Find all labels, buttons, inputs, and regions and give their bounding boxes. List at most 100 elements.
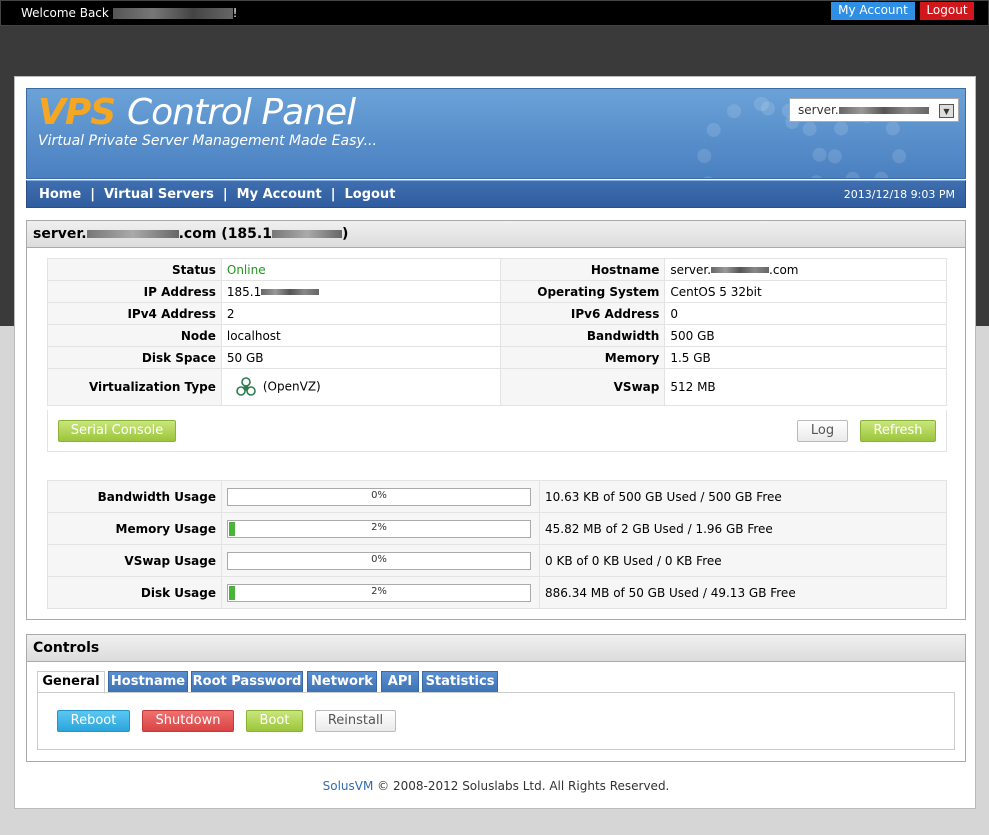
nav-logout[interactable]: Logout xyxy=(344,187,395,202)
ipv6-value: 0 xyxy=(664,302,947,325)
log-button[interactable]: Log xyxy=(797,420,848,442)
bandwidth-label: Bandwidth xyxy=(499,324,666,347)
tab-root-password[interactable]: Root Password xyxy=(191,671,303,693)
usage-progress-bar: 0% xyxy=(227,487,531,506)
reboot-button[interactable]: Reboot xyxy=(57,710,130,732)
welcome-prefix: Welcome Back xyxy=(21,6,109,20)
logout-button[interactable]: Logout xyxy=(920,2,974,20)
usage-row: Bandwidth Usage 0% 10.63 KB of 500 GB Us… xyxy=(47,480,947,513)
usage-progress-bar: 0% xyxy=(227,551,531,570)
nav-separator: | xyxy=(90,187,95,202)
brand-vps: VPS xyxy=(38,92,116,133)
server-select-value: server. xyxy=(798,103,839,117)
status-value: Online xyxy=(220,258,501,281)
ip-address-value: 185.1 xyxy=(220,280,501,303)
server-panel: server. .com (185.1) Status Online Hostna… xyxy=(26,220,966,620)
my-account-button[interactable]: My Account xyxy=(831,2,915,20)
server-select[interactable]: server. ▼ xyxy=(789,98,959,122)
hostname-suffix: .com xyxy=(769,262,799,277)
ipv4-value: 2 xyxy=(220,302,501,325)
tab-network[interactable]: Network xyxy=(307,671,377,693)
nav-virtual-servers[interactable]: Virtual Servers xyxy=(104,187,214,202)
redacted-server-name xyxy=(838,107,929,114)
usage-percent: 0% xyxy=(371,489,387,501)
usage-percent: 0% xyxy=(371,553,387,565)
usage-row: Memory Usage 2% 45.82 MB of 2 GB Used / … xyxy=(47,512,947,545)
general-tab-panel: Reboot Shutdown Boot Reinstall xyxy=(37,692,955,750)
main-container: VPS Control Panel Virtual Private Server… xyxy=(14,76,976,809)
redacted-hostname xyxy=(86,230,179,238)
nav-separator: | xyxy=(330,187,336,202)
usage-label: Disk Usage xyxy=(47,576,222,609)
ipv6-label: IPv6 Address xyxy=(499,302,666,325)
virtualization-value: (OpenVZ) xyxy=(220,368,501,406)
brand-control-panel: Control Panel xyxy=(127,92,356,133)
memory-label: Memory xyxy=(499,346,666,369)
serial-console-button[interactable]: Serial Console xyxy=(58,420,176,442)
top-bar: Welcome Back ! My Account Logout xyxy=(0,0,989,26)
usage-description: 886.34 MB of 50 GB Used / 49.13 GB Free xyxy=(539,576,947,609)
hostname-prefix: server. xyxy=(670,262,712,277)
hostname-value: server. .com xyxy=(664,258,947,281)
usage-row: VSwap Usage 0% 0 KB of 0 KB Used / 0 KB … xyxy=(47,544,947,577)
tagline: Virtual Private Server Management Made E… xyxy=(38,133,377,149)
usage-table: Bandwidth Usage 0% 10.63 KB of 500 GB Us… xyxy=(47,480,947,609)
ip-address-label: IP Address xyxy=(47,280,222,303)
footer: SolusVM © 2008-2012 Soluslabs Ltd. All R… xyxy=(15,779,977,793)
usage-label: Bandwidth Usage xyxy=(47,480,222,513)
openvz-icon xyxy=(235,376,257,398)
usage-description: 0 KB of 0 KB Used / 0 KB Free xyxy=(539,544,947,577)
status-label: Status xyxy=(47,258,222,281)
node-label: Node xyxy=(47,324,222,347)
vswap-value: 512 MB xyxy=(664,368,947,406)
os-value: CentOS 5 32bit xyxy=(664,280,947,303)
reinstall-button[interactable]: Reinstall xyxy=(315,710,396,732)
chevron-down-icon[interactable]: ▼ xyxy=(939,104,954,118)
tab-statistics[interactable]: Statistics xyxy=(422,671,498,693)
welcome-message: Welcome Back ! xyxy=(21,6,237,20)
tab-hostname[interactable]: Hostname xyxy=(108,671,188,693)
refresh-button[interactable]: Refresh xyxy=(860,420,936,442)
controls-title: Controls xyxy=(27,635,965,662)
copyright-text: © 2008-2012 Soluslabs Ltd. All Rights Re… xyxy=(377,779,670,793)
virtualization-label: Virtualization Type xyxy=(47,368,222,406)
disk-space-label: Disk Space xyxy=(47,346,222,369)
usage-row: Disk Usage 2% 886.34 MB of 50 GB Used / … xyxy=(47,576,947,609)
solusvm-link[interactable]: SolusVM xyxy=(323,779,374,793)
tab-general[interactable]: General xyxy=(37,671,105,694)
ip-prefix: 185.1 xyxy=(226,284,262,299)
usage-description: 10.63 KB of 500 GB Used / 500 GB Free xyxy=(539,480,947,513)
server-title: server. .com (185.1) xyxy=(27,221,965,248)
server-title-suffix: ) xyxy=(341,226,349,242)
usage-percent: 2% xyxy=(371,521,387,533)
usage-label: VSwap Usage xyxy=(47,544,222,577)
boot-button[interactable]: Boot xyxy=(246,710,303,732)
usage-progress-bar: 2% xyxy=(227,519,531,538)
current-datetime: 2013/12/18 9:03 PM xyxy=(843,188,955,201)
server-title-prefix: server. xyxy=(33,226,87,242)
server-action-bar: Serial Console Log Refresh xyxy=(47,410,947,452)
node-value: localhost xyxy=(220,324,501,347)
shutdown-button[interactable]: Shutdown xyxy=(142,710,234,732)
controls-panel: Controls General Hostname Root Password … xyxy=(26,634,966,762)
tab-api[interactable]: API xyxy=(381,671,419,693)
redacted-ip xyxy=(261,289,320,295)
usage-description: 45.82 MB of 2 GB Used / 1.96 GB Free xyxy=(539,512,947,545)
os-label: Operating System xyxy=(499,280,666,303)
nav-links: Home | Virtual Servers | My Account | Logout xyxy=(39,187,395,202)
redacted-hostname xyxy=(711,267,770,273)
welcome-suffix: ! xyxy=(232,6,238,20)
header-banner: VPS Control Panel Virtual Private Server… xyxy=(26,88,966,179)
nav-my-account[interactable]: My Account xyxy=(237,187,322,202)
hostname-label: Hostname xyxy=(499,258,666,281)
nav-bar: Home | Virtual Servers | My Account | Logout 2… xyxy=(26,180,966,208)
vswap-label: VSwap xyxy=(499,368,666,406)
usage-percent: 2% xyxy=(371,585,387,597)
bandwidth-value: 500 GB xyxy=(664,324,947,347)
redacted-ip xyxy=(271,230,342,238)
redacted-username xyxy=(112,8,233,19)
ipv4-label: IPv4 Address xyxy=(47,302,222,325)
usage-label: Memory Usage xyxy=(47,512,222,545)
nav-home[interactable]: Home xyxy=(39,187,81,202)
usage-progress-bar: 2% xyxy=(227,583,531,602)
